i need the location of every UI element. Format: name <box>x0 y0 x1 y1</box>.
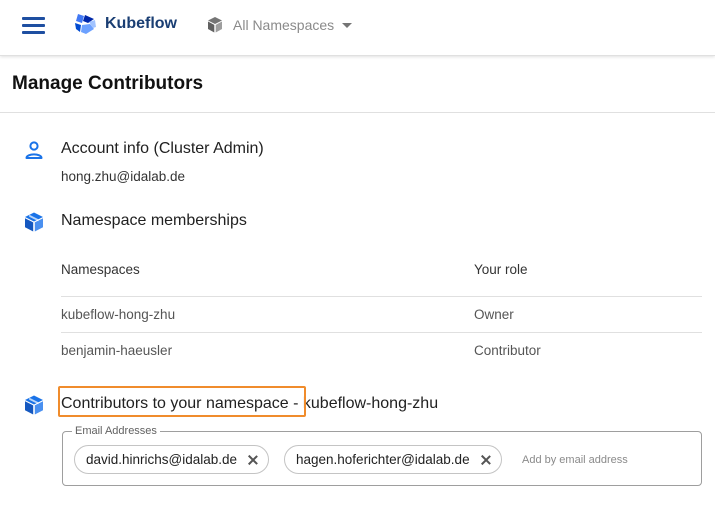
email-addresses-label: Email Addresses <box>72 425 160 437</box>
person-icon <box>25 141 43 159</box>
highlight-box <box>58 386 306 417</box>
namespace-cell: kubeflow-hong-zhu <box>61 307 176 322</box>
cube-icon <box>208 17 222 33</box>
account-info-title: Account info (Cluster Admin) <box>61 140 264 157</box>
menu-icon[interactable] <box>22 14 46 38</box>
namespace-selector-label: All Namespaces <box>233 17 335 33</box>
namespace-cell: benjamin-haeusler <box>61 343 173 358</box>
app-name[interactable]: Kubeflow <box>105 15 177 33</box>
email-chip-label: david.hinrichs@idalab.de <box>86 452 238 467</box>
page-title: Manage Contributors <box>12 73 204 94</box>
contributors-title-namespace: - kubeflow-hong-zhu <box>288 395 439 412</box>
cube-icon <box>25 212 43 232</box>
add-email-input[interactable] <box>522 450 692 470</box>
kubeflow-logo[interactable] <box>72 11 98 37</box>
close-icon[interactable] <box>246 453 260 467</box>
email-chip-label: hagen.hoferichter@idalab.de <box>296 452 470 467</box>
role-cell: Owner <box>474 307 514 322</box>
email-chip[interactable]: david.hinrichs@idalab.de <box>74 445 270 474</box>
role-cell: Contributor <box>474 343 541 358</box>
close-icon[interactable] <box>479 453 493 467</box>
cube-icon <box>25 395 43 415</box>
divider <box>0 112 715 113</box>
column-header-namespaces: Namespaces <box>61 262 140 277</box>
table-divider <box>61 296 702 297</box>
chevron-down-icon <box>342 22 353 28</box>
email-chip[interactable]: hagen.hoferichter@idalab.de <box>284 445 502 474</box>
namespace-memberships-title: Namespace memberships <box>61 212 247 229</box>
top-app-bar: Kubeflow All Namespaces <box>0 0 715 56</box>
namespace-selector[interactable]: All Namespaces <box>206 13 353 37</box>
column-header-role: Your role <box>474 262 528 277</box>
account-email: hong.zhu@idalab.de <box>61 169 186 184</box>
table-divider <box>61 332 702 333</box>
